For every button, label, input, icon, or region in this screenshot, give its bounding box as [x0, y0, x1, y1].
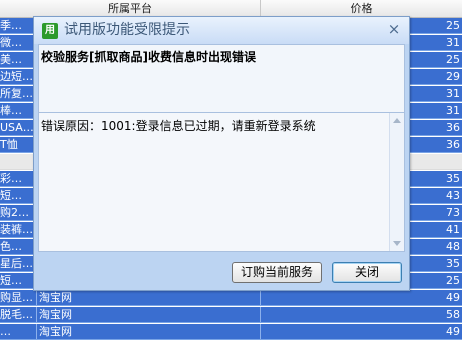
row-title-cell: 装裤…: [0, 222, 37, 237]
row-price-cell: 58: [446, 308, 460, 321]
row-title-cell: 棒…: [0, 103, 37, 118]
app-logo-icon: 用: [42, 23, 58, 39]
row-title-cell: 脱毛…: [0, 307, 37, 322]
order-service-button[interactable]: 订购当前服务: [232, 262, 322, 283]
scroll-up-icon[interactable]: [393, 118, 401, 123]
dialog-titlebar[interactable]: 用 试用版功能受限提示 ×: [34, 17, 409, 44]
row-platform-cell: 淘宝网: [36, 307, 261, 322]
close-button[interactable]: 关闭: [332, 262, 402, 283]
dialog-title: 试用版功能受限提示: [64, 22, 190, 38]
trial-limit-dialog: 用 试用版功能受限提示 × 校验服务[抓取商品]收费信息时出现错误 错误原因：1…: [33, 16, 410, 291]
error-message: 错误原因：1001:登录信息已过期，请重新登录系统: [41, 119, 316, 133]
scroll-down-icon[interactable]: [393, 241, 401, 246]
row-title-cell: 季…: [0, 18, 37, 33]
row-title-cell: 色…: [0, 239, 37, 254]
row-title-cell: [0, 154, 37, 169]
table-row[interactable]: 脱毛… 淘宝网 58: [0, 307, 462, 323]
row-title-cell: 边短…: [0, 69, 37, 84]
row-title-cell: 短…: [0, 273, 37, 288]
error-message-box[interactable]: 错误原因：1001:登录信息已过期，请重新登录系统: [38, 112, 405, 252]
row-title-cell: 所复…: [0, 86, 37, 101]
row-title-cell: T恤: [0, 137, 37, 152]
row-title-cell: 短…: [0, 188, 37, 203]
error-heading: 校验服务[抓取商品]收费信息时出现错误: [41, 50, 256, 64]
row-title-cell: 彩…: [0, 171, 37, 186]
row-title-cell: USA…: [0, 120, 37, 135]
row-platform-cell: 淘宝网: [36, 290, 261, 305]
table-row[interactable]: … 淘宝网 49: [0, 324, 462, 340]
row-price-cell: 49: [446, 325, 460, 338]
row-title-cell: …: [0, 324, 37, 339]
close-icon[interactable]: ×: [387, 21, 401, 37]
row-title-cell: 美…: [0, 52, 37, 67]
table-row[interactable]: 购显… 淘宝网 49: [0, 290, 462, 306]
row-title-cell: 星后…: [0, 256, 37, 271]
row-title-cell: 微…: [0, 35, 37, 50]
message-scrollbar[interactable]: [389, 113, 404, 251]
row-title-cell: 购显…: [0, 290, 37, 305]
row-platform-cell: 淘宝网: [36, 324, 261, 339]
row-price-cell: 49: [446, 291, 460, 304]
row-title-cell: 购2…: [0, 205, 37, 220]
column-header-price[interactable]: 价格: [261, 0, 462, 17]
column-header-platform[interactable]: 所属平台: [0, 0, 261, 17]
